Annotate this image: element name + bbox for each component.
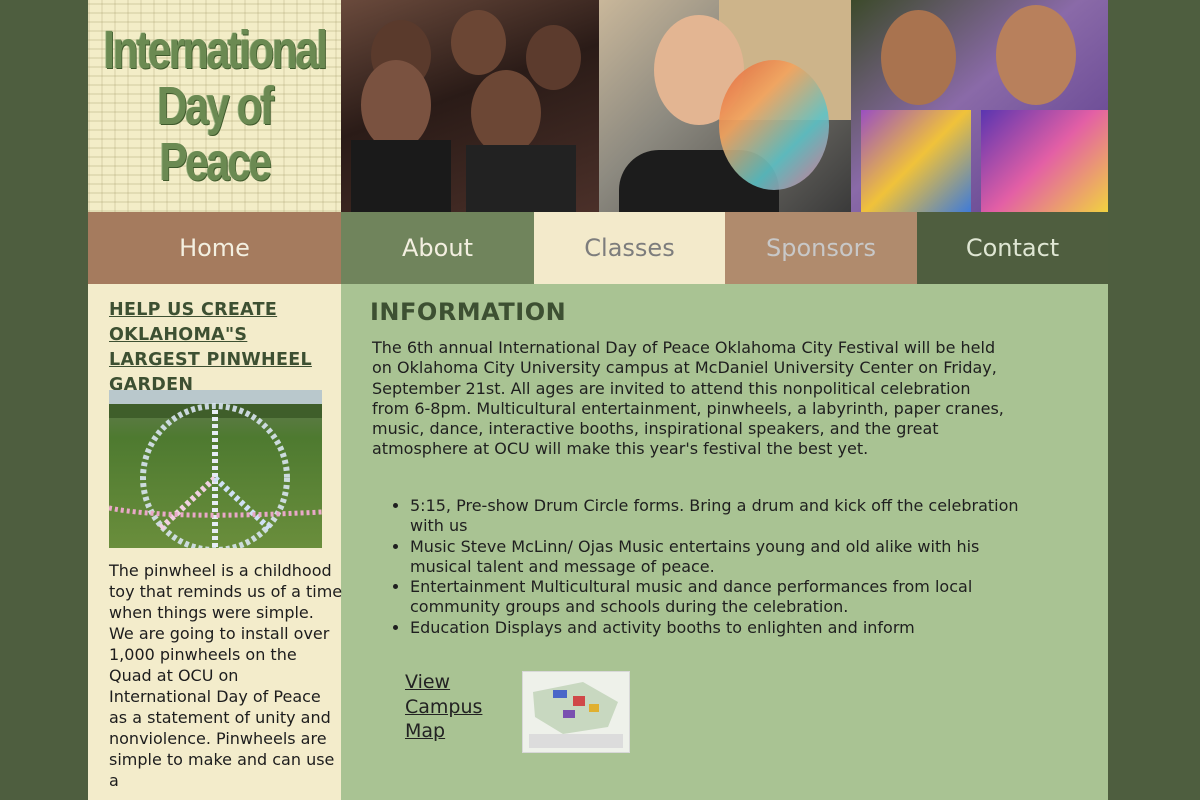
header-banner: International Day of Peace: [88, 0, 1108, 212]
logo-text: International Day of Peace: [103, 20, 328, 192]
list-item: Entertainment Multicultural music and da…: [410, 577, 1030, 618]
campus-map-thumbnail[interactable]: [522, 671, 630, 753]
list-item: Education Displays and activity booths t…: [410, 618, 1030, 638]
list-item: Music Steve McLinn/ Ojas Music entertain…: [410, 537, 1030, 578]
header-photo-dancers: [851, 0, 1108, 212]
list-item: 5:15, Pre-show Drum Circle forms. Bring …: [410, 496, 1030, 537]
info-paragraph: The 6th annual International Day of Peac…: [372, 338, 1004, 459]
header-photo-cheerleaders: [341, 0, 599, 212]
nav-home[interactable]: Home: [88, 212, 341, 284]
logo-line-1: International: [103, 20, 328, 80]
sidebar-title-link[interactable]: Help us create Oklahoma"s largest pinwhe…: [109, 298, 334, 398]
main-nav: Home About Classes Sponsors Contact: [88, 212, 1108, 284]
header-photo-boy-pinwheel: [599, 0, 851, 212]
nav-contact[interactable]: Contact: [917, 212, 1108, 284]
site-logo[interactable]: International Day of Peace: [88, 0, 341, 212]
main-content: Information The 6th annual International…: [341, 284, 1108, 800]
pinwheel-garden-photo: [109, 390, 322, 548]
page-container: International Day of Peace Home About Cl…: [88, 0, 1108, 800]
logo-line-2: Day of: [157, 76, 274, 136]
nav-about[interactable]: About: [341, 212, 534, 284]
schedule-list: 5:15, Pre-show Drum Circle forms. Bring …: [372, 496, 1030, 638]
campus-map-image: [523, 672, 629, 752]
nav-sponsors[interactable]: Sponsors: [725, 212, 917, 284]
sidebar-text: The pinwheel is a childhood toy that rem…: [109, 561, 343, 790]
sidebar: Help us create Oklahoma"s largest pinwhe…: [88, 284, 343, 800]
section-title: Information: [370, 298, 567, 326]
nav-classes[interactable]: Classes: [534, 212, 725, 284]
campus-map-link[interactable]: View Campus Map: [405, 670, 495, 744]
peace-sign-pinwheels: [109, 390, 322, 548]
logo-line-3: Peace: [159, 132, 271, 192]
